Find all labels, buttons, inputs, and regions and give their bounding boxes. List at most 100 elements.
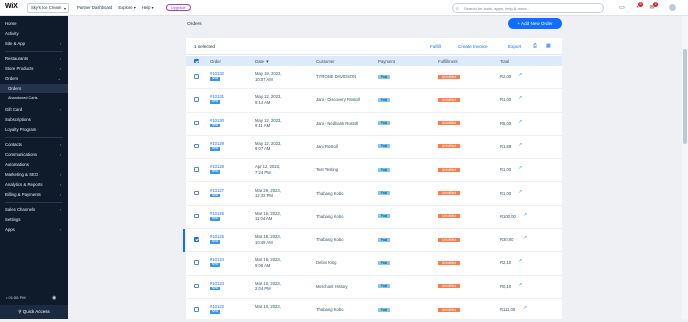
- wix-logo[interactable]: WiX: [5, 3, 18, 10]
- new-badge: New: [210, 215, 220, 221]
- export-button[interactable]: Export: [508, 44, 521, 49]
- sidebar-item-marketing-seo[interactable]: Marketing & SEO ›: [5, 170, 65, 179]
- row-checkbox[interactable]: [194, 97, 199, 102]
- sidebar-item-subscriptions[interactable]: Subscriptions: [5, 115, 65, 124]
- fulfill-button[interactable]: Fulfill: [430, 44, 441, 49]
- view-order-icon[interactable]: ↗: [518, 165, 522, 171]
- visibility-icon[interactable]: ◉: [52, 295, 56, 301]
- sidebar-item-activity[interactable]: Activity: [5, 29, 65, 38]
- scrollbar-thumb[interactable]: [683, 49, 687, 144]
- row-checkbox[interactable]: [194, 74, 199, 79]
- quick-access-button[interactable]: ⚲ Quick Access: [0, 305, 68, 319]
- order-number[interactable]: #10127: [210, 188, 224, 193]
- table-header: Order Date ▼ Customer Payment Fulfillmen…: [186, 56, 562, 66]
- nav-help[interactable]: Help ▾: [142, 5, 154, 10]
- sidebar-item-communications[interactable]: Communications ›: [5, 150, 65, 159]
- view-order-icon[interactable]: ↗: [518, 119, 522, 125]
- order-total: R1,00: [500, 190, 512, 196]
- fulfillment-status-badge: Unfulfilled: [438, 307, 460, 312]
- row-checkbox[interactable]: [194, 307, 199, 312]
- table-row[interactable]: #10127 New Mar 29, 2023, 12:32 PM Thabang Ko…: [186, 183, 562, 206]
- row-checkbox[interactable]: [194, 167, 199, 172]
- sidebar-item-orders-sub[interactable]: Orders: [0, 84, 68, 93]
- avatar[interactable]: [668, 3, 677, 12]
- fulfillment-status-badge: Unfulfilled: [438, 121, 460, 126]
- sidebar-item-abandoned-carts[interactable]: Abandoned Carts: [8, 94, 68, 103]
- sidebar-item-restaurants[interactable]: Restaurants ›: [5, 54, 65, 63]
- view-order-icon[interactable]: ↗: [518, 142, 522, 148]
- chevron-right-icon: ›: [59, 142, 61, 147]
- customer-name: Jani Rostoll: [316, 143, 338, 149]
- site-selector[interactable]: Sky's Ice Cream ▾: [27, 2, 69, 13]
- nav-partner-dashboard[interactable]: Partner Dashboard: [77, 5, 112, 10]
- col-order[interactable]: Order: [210, 59, 221, 64]
- upgrade-button[interactable]: Upgrade: [166, 3, 191, 11]
- table-row[interactable]: #10132 New May 19, 2023, 10:07 AM TYRONE DAV…: [186, 66, 562, 90]
- print-icon[interactable]: ⎙: [533, 43, 537, 49]
- col-date[interactable]: Date ▼: [255, 59, 270, 64]
- chat-icon[interactable]: ▭: [618, 4, 626, 12]
- view-order-icon[interactable]: ↗: [518, 258, 522, 264]
- create-invoice-button[interactable]: Create Invoice: [458, 44, 488, 49]
- sidebar-item-site-app[interactable]: Site & App ›: [5, 39, 65, 48]
- sidebar-item-loyalty-program[interactable]: Loyalty Program: [5, 125, 65, 134]
- sidebar-item-store-products[interactable]: Store Products ›: [5, 64, 65, 73]
- table-row[interactable]: #10129 New May 12, 2023, 9:07 AM Jani Rostol…: [186, 136, 562, 160]
- sidebar-item-billing-payments[interactable]: Billing & Payments ›: [5, 190, 65, 199]
- order-time: 7:24 PM: [255, 169, 271, 175]
- chevron-right-icon: ›: [59, 152, 61, 157]
- view-order-icon[interactable]: ↗: [518, 189, 522, 195]
- row-checkbox[interactable]: [194, 260, 199, 265]
- select-all-checkbox[interactable]: [194, 58, 199, 63]
- customer-name: Thabang Kobo: [316, 237, 344, 243]
- order-number[interactable]: #10123: [210, 281, 224, 286]
- sidebar-item-gift-card[interactable]: Gift Card ›: [5, 105, 65, 114]
- sidebar-item-settings[interactable]: Settings: [5, 215, 65, 224]
- row-checkbox[interactable]: [194, 213, 199, 219]
- add-new-order-button[interactable]: + Add New Order: [508, 18, 562, 29]
- table-row[interactable]: #10131 New May 12, 2023, 9:14 AM Jani - Disc…: [186, 89, 562, 113]
- row-checkbox[interactable]: [194, 190, 199, 195]
- sidebar-item-analytics-reports[interactable]: Analytics & Reports ›: [5, 180, 65, 189]
- order-total: R2,10: [500, 260, 512, 266]
- sidebar-item-apps[interactable]: Apps ›: [5, 225, 65, 234]
- view-order-icon[interactable]: ↗: [518, 282, 522, 288]
- row-checkbox[interactable]: [194, 143, 199, 149]
- order-date: Mar 29, 2023,: [255, 187, 281, 193]
- columns-icon[interactable]: ▦: [546, 43, 551, 49]
- view-order-icon[interactable]: ↗: [518, 72, 522, 78]
- order-date: Mar 16, 2023,: [255, 210, 281, 216]
- order-time: 2:04 PM: [255, 286, 271, 292]
- sidebar-item-contacts[interactable]: Contacts ›: [5, 140, 65, 149]
- row-checkbox[interactable]: [194, 120, 199, 126]
- nav-explore[interactable]: Explore ▾: [118, 5, 135, 10]
- table-row[interactable]: #10124 New Mar 16, 2023, 9:08 AM Debni King P…: [186, 252, 562, 276]
- search-input[interactable]: ⌕ Search for tools, apps, help & more...: [452, 3, 604, 13]
- view-order-icon[interactable]: ↗: [523, 235, 527, 241]
- table-row[interactable]: #10128 New Apr 12, 2023, 7:24 PM Test Testin…: [186, 159, 562, 183]
- row-checkbox[interactable]: [194, 237, 199, 242]
- payment-status-badge: Paid: [378, 121, 390, 126]
- divider: [5, 137, 63, 138]
- customer-name: TYRONE DAVIDSON: [316, 74, 357, 79]
- sidebar-item-sales-channels[interactable]: Sales Channels ›: [5, 205, 65, 214]
- sidebar-item-orders[interactable]: Orders ⌄: [5, 74, 65, 83]
- order-total: R111,00: [500, 307, 516, 312]
- table-row[interactable]: #10125 New Mar 16, 2023, 10:49 AM Thabang Ko…: [183, 229, 562, 253]
- table-row[interactable]: #10126 New Mar 16, 2023, 11:04 AM Thabang Ko…: [186, 206, 562, 230]
- sidebar-item-automations[interactable]: Automations: [5, 160, 65, 169]
- customer-name: Jani - Discovery Rostoll: [316, 97, 360, 103]
- sidebar-item-home[interactable]: Home: [5, 19, 65, 28]
- row-checkbox[interactable]: [194, 283, 199, 289]
- view-order-icon[interactable]: ↗: [523, 212, 527, 218]
- table-row[interactable]: #10123 New Mar 10, 2023, 2:04 PM Merchant Hi…: [186, 276, 562, 299]
- scrollbar[interactable]: [682, 16, 688, 319]
- chevron-right-icon: ›: [59, 172, 61, 177]
- order-number[interactable]: #10130: [210, 118, 224, 123]
- main-content: Orders + Add New Order 1 selected Fulfil…: [68, 16, 682, 322]
- view-order-icon[interactable]: ↗: [523, 305, 527, 311]
- order-total: R1,89: [500, 143, 512, 149]
- view-order-icon[interactable]: ↗: [518, 95, 522, 101]
- order-date: Mar 10, 2023,: [255, 280, 281, 286]
- table-row[interactable]: #10130 New May 12, 2023, 9:11 AM Jani - Nedb…: [186, 113, 562, 136]
